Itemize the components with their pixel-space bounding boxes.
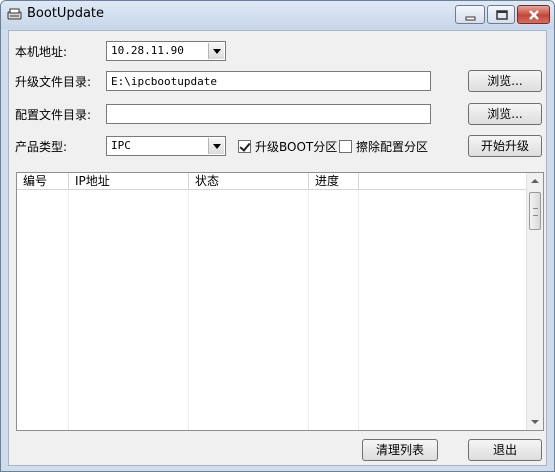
browse-upgrade-button[interactable]: 浏览...	[468, 70, 542, 92]
product-type-value: IPC	[111, 139, 131, 152]
erase-config-label[interactable]: 擦除配置分区	[356, 138, 428, 155]
close-button[interactable]	[517, 5, 550, 24]
scroll-up-icon[interactable]	[531, 179, 539, 183]
exit-button[interactable]: 退出	[468, 439, 542, 461]
config-dir-field[interactable]	[106, 104, 431, 124]
config-dir-label: 配置文件目录:	[15, 108, 92, 122]
upgrade-boot-checkbox[interactable]	[238, 140, 251, 153]
column-header-progress[interactable]: 进度	[309, 173, 359, 190]
browse-config-button[interactable]: 浏览...	[468, 103, 542, 125]
column-header-status[interactable]: 状态	[189, 173, 309, 190]
clear-list-button[interactable]: 清理列表	[362, 439, 438, 461]
vertical-scrollbar[interactable]	[526, 173, 543, 430]
column-divider	[188, 190, 189, 430]
column-divider	[308, 190, 309, 430]
close-icon	[529, 10, 539, 20]
window-title: BootUpdate	[27, 6, 105, 21]
client-area: 本机地址: 10.28.11.90 升级文件目录: 浏览... 配置文件目录: …	[8, 30, 547, 466]
upgrade-dir-field[interactable]	[106, 71, 431, 91]
column-header-ip[interactable]: IP地址	[69, 173, 189, 190]
local-address-combo[interactable]: 10.28.11.90	[106, 41, 226, 61]
config-dir-input[interactable]	[107, 105, 430, 123]
scroll-thumb[interactable]	[529, 192, 541, 230]
local-address-label: 本机地址:	[15, 45, 68, 59]
minimize-button[interactable]	[455, 5, 485, 24]
upgrade-dir-input[interactable]	[107, 72, 430, 90]
local-address-value: 10.28.11.90	[111, 44, 184, 57]
list-header: 编号 IP地址 状态 进度	[17, 173, 526, 190]
upgrade-boot-label[interactable]: 升级BOOT分区	[255, 138, 337, 155]
maximize-icon	[496, 10, 508, 20]
chevron-down-icon[interactable]	[208, 43, 224, 59]
title-bar[interactable]: BootUpdate	[1, 1, 554, 29]
column-divider	[358, 190, 359, 430]
device-list[interactable]: 编号 IP地址 状态 进度	[16, 172, 544, 431]
column-header-number[interactable]: 编号	[17, 173, 69, 190]
app-icon	[7, 8, 22, 20]
start-upgrade-button[interactable]: 开始升级	[468, 135, 542, 157]
maximize-button[interactable]	[487, 5, 515, 24]
product-type-label: 产品类型:	[15, 140, 68, 154]
chevron-down-icon[interactable]	[208, 138, 224, 154]
minimize-icon	[465, 16, 476, 21]
bootupdate-window: BootUpdate 本机地址: 10.28.11.90 升级文件目录: E:\…	[0, 0, 555, 472]
column-divider	[68, 190, 69, 430]
erase-config-checkbox[interactable]	[339, 140, 352, 153]
scroll-down-icon[interactable]	[531, 420, 539, 424]
upgrade-dir-label: 升级文件目录:	[15, 75, 92, 89]
product-type-combo[interactable]: IPC	[106, 136, 226, 156]
